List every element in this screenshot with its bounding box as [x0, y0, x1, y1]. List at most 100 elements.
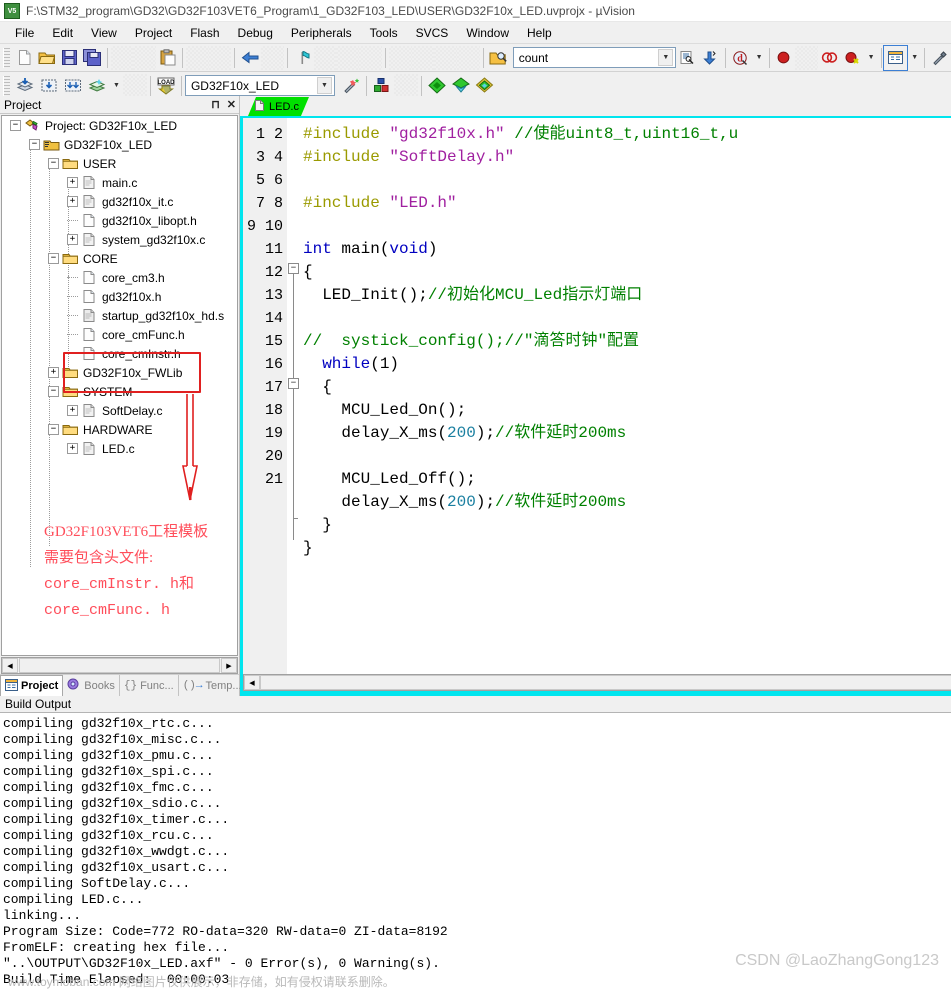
- scroll-thumb[interactable]: [260, 675, 951, 690]
- expander-icon[interactable]: −: [29, 139, 40, 150]
- scroll-right-icon[interactable]: ▶: [221, 658, 237, 673]
- fold-toggle-icon[interactable]: −: [288, 378, 299, 389]
- manage-project-items-icon[interactable]: [370, 74, 394, 98]
- debug-dropdown-icon[interactable]: ▼: [753, 54, 766, 61]
- find-in-files-icon[interactable]: [487, 46, 510, 70]
- build-toolbar-grip[interactable]: [3, 75, 10, 96]
- target-options-icon[interactable]: [339, 74, 363, 98]
- paste-icon[interactable]: [156, 46, 179, 70]
- expander-icon[interactable]: −: [10, 120, 21, 131]
- scroll-left-icon[interactable]: ◀: [2, 658, 18, 673]
- expander-icon[interactable]: −: [48, 424, 59, 435]
- code-content[interactable]: #include "gd32f10x.h" //使能uint8_t,uint16…: [303, 118, 951, 674]
- toolbar-grip[interactable]: [3, 47, 10, 68]
- build-output-text[interactable]: compiling gd32f10x_rtc.c... compiling gd…: [0, 713, 951, 992]
- tree-node-core-folder[interactable]: − CORE: [2, 249, 237, 268]
- expander-icon[interactable]: +: [67, 405, 78, 416]
- expander-icon[interactable]: +: [67, 196, 78, 207]
- menu-view[interactable]: View: [82, 24, 126, 42]
- tree-node-main-c[interactable]: + main.c: [2, 173, 237, 192]
- breakpoints-dropdown-icon[interactable]: ▼: [865, 54, 878, 61]
- close-icon[interactable]: ✕: [227, 98, 236, 111]
- tree-label: core_cmInstr.h: [102, 346, 181, 361]
- expander-icon[interactable]: −: [48, 158, 59, 169]
- expander-icon[interactable]: +: [67, 443, 78, 454]
- editor-tab-led-c[interactable]: LED.c: [248, 97, 309, 116]
- undo-arrow-icon[interactable]: [238, 46, 261, 70]
- build-dropdown-icon[interactable]: ▼: [110, 82, 123, 89]
- menu-file[interactable]: File: [6, 24, 43, 42]
- expander-icon[interactable]: +: [67, 234, 78, 245]
- menu-flash[interactable]: Flash: [181, 24, 228, 42]
- tab-books[interactable]: Books: [63, 675, 120, 696]
- chevron-down-icon[interactable]: ▼: [316, 77, 332, 94]
- batch-build-icon[interactable]: [61, 74, 85, 98]
- tree-node-gd32f10x-it-c[interactable]: + gd32f10x_it.c: [2, 192, 237, 211]
- find-input[interactable]: count: [519, 51, 548, 65]
- expander-icon[interactable]: −: [48, 386, 59, 397]
- project-tree[interactable]: − Project: GD32F10x_LED − GD32F10x_LED −…: [1, 115, 238, 656]
- menu-project[interactable]: Project: [126, 24, 181, 42]
- open-file-icon[interactable]: [35, 46, 58, 70]
- tab-templates[interactable]: ()→ Temp...: [179, 675, 247, 696]
- project-window-icon[interactable]: [883, 44, 909, 71]
- menu-tools[interactable]: Tools: [361, 24, 407, 42]
- insert-breakpoint-icon[interactable]: [773, 46, 796, 70]
- download-load-icon[interactable]: LOAD: [154, 74, 178, 98]
- tree-node-user-folder[interactable]: − USER: [2, 154, 237, 173]
- tree-node-gd32f10x-h[interactable]: gd32f10x.h: [2, 287, 237, 306]
- rebuild-icon[interactable]: [37, 74, 61, 98]
- bookmark-icon[interactable]: [291, 46, 314, 70]
- kill-breakpoints-icon[interactable]: [841, 46, 864, 70]
- c-file-icon: [254, 100, 265, 114]
- tree-node-core-cminstr-h[interactable]: core_cmInstr.h: [2, 344, 237, 363]
- save-all-icon[interactable]: [81, 46, 104, 70]
- menu-window[interactable]: Window: [457, 24, 518, 42]
- target-select-value[interactable]: GD32F10x_LED: [191, 79, 279, 93]
- tree-node-target[interactable]: − GD32F10x_LED: [2, 135, 237, 154]
- green-diamond-icon[interactable]: [425, 74, 449, 98]
- save-icon[interactable]: [58, 46, 81, 70]
- chevron-down-icon[interactable]: ▼: [658, 49, 674, 66]
- expander-icon[interactable]: +: [67, 177, 78, 188]
- scroll-left-icon[interactable]: ◀: [244, 675, 260, 690]
- editor-hscrollbar[interactable]: ◀: [243, 674, 951, 691]
- project-tree-hscrollbar[interactable]: ◀ ▶: [1, 657, 238, 674]
- project-window-dropdown-icon[interactable]: ▼: [908, 54, 921, 61]
- tree-node-fwlib-folder[interactable]: + GD32F10x_FWLib: [2, 363, 237, 382]
- expander-icon[interactable]: +: [48, 367, 59, 378]
- goto-definition-icon[interactable]: [699, 46, 722, 70]
- disable-breakpoint-icon[interactable]: [818, 46, 841, 70]
- pin-icon[interactable]: ⊓: [211, 98, 220, 111]
- find-combo[interactable]: count ▼: [512, 47, 677, 68]
- code-line: #include "gd32f10x.h" //使能uint8_t,uint16…: [303, 125, 739, 143]
- new-file-icon[interactable]: [13, 46, 36, 70]
- green-filter-icon[interactable]: [449, 74, 473, 98]
- tree-node-system-gd32f10x-c[interactable]: + system_gd32f10x.c: [2, 230, 237, 249]
- tree-node-core-cmfunc-h[interactable]: core_cmFunc.h: [2, 325, 237, 344]
- target-combo[interactable]: GD32F10x_LED ▼: [184, 75, 335, 96]
- debug-icon[interactable]: d: [729, 46, 752, 70]
- tree-node-startup-gd32f10x-hd-s[interactable]: startup_gd32f10x_hd.s: [2, 306, 237, 325]
- multi-project-icon[interactable]: [473, 74, 497, 98]
- scroll-thumb[interactable]: [19, 658, 220, 673]
- code-editor[interactable]: 1 2 3 4 5 6 7 8 9 10 11 12 13 14 15 16 1…: [240, 118, 951, 674]
- build-icon[interactable]: [13, 74, 37, 98]
- configuration-wizard-icon[interactable]: [928, 46, 951, 70]
- tab-project[interactable]: Project: [0, 675, 64, 696]
- menu-edit[interactable]: Edit: [43, 24, 82, 42]
- tree-node-core-cm3-h[interactable]: core_cm3.h: [2, 268, 237, 287]
- menu-peripherals[interactable]: Peripherals: [282, 24, 361, 42]
- code-folding-gutter[interactable]: − −: [287, 118, 303, 674]
- find-in-files-list-icon[interactable]: [676, 46, 699, 70]
- menu-debug[interactable]: Debug: [229, 24, 282, 42]
- translate-icon[interactable]: [85, 74, 109, 98]
- menu-help[interactable]: Help: [518, 24, 561, 42]
- tree-node-project[interactable]: − Project: GD32F10x_LED: [2, 116, 237, 135]
- tab-functions[interactable]: {} Func...: [120, 675, 179, 696]
- menu-svcs[interactable]: SVCS: [407, 24, 458, 42]
- tree-node-gd32f10x-libopt-h[interactable]: gd32f10x_libopt.h: [2, 211, 237, 230]
- code-line: LED_Init();//初始化MCU_Led指示灯端口: [303, 286, 643, 304]
- expander-icon[interactable]: −: [48, 253, 59, 264]
- fold-toggle-icon[interactable]: −: [288, 263, 299, 274]
